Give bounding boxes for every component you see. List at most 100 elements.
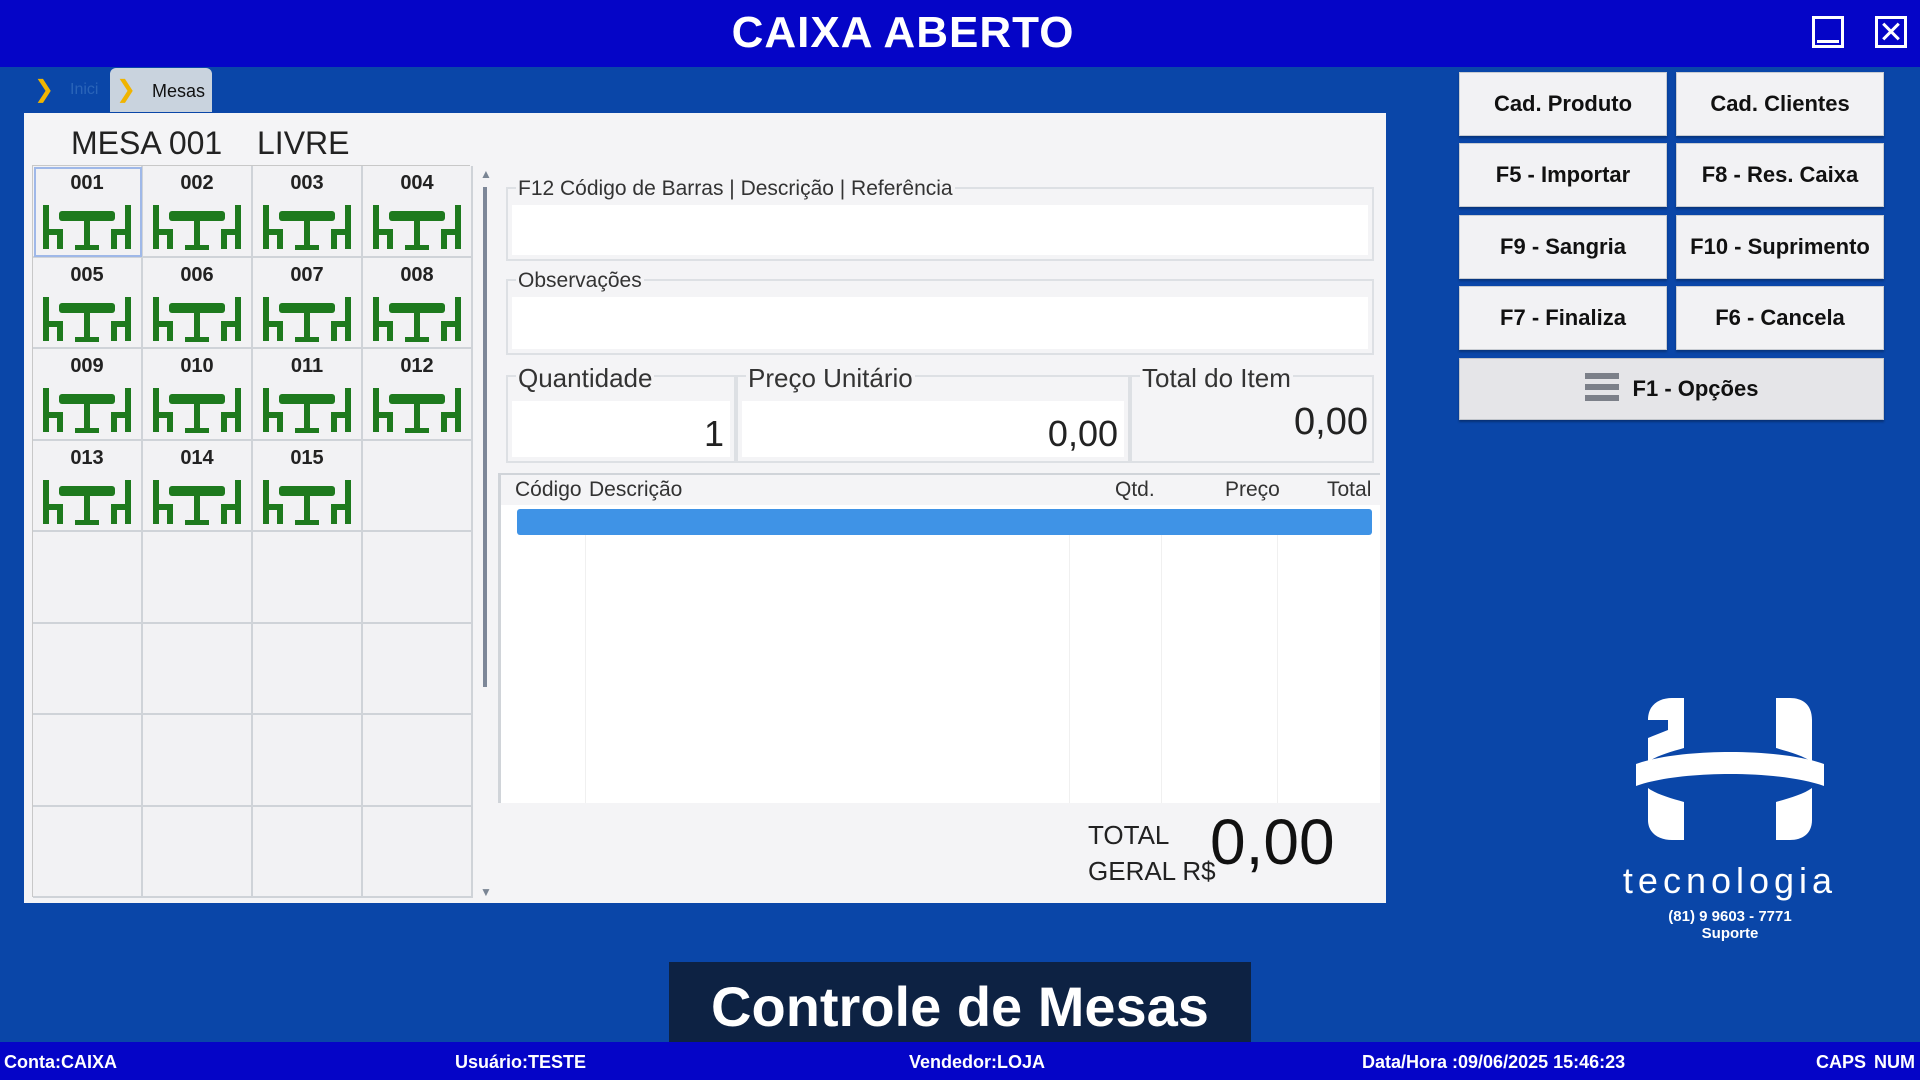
support-label: Suporte (1701, 925, 1759, 942)
table-cell-015[interactable]: 015 (253, 440, 363, 532)
list-icon (1584, 373, 1619, 402)
table-cell-009[interactable]: 009 (33, 349, 143, 441)
observations-input[interactable] (512, 297, 1368, 349)
minimize-icon[interactable] (1812, 16, 1844, 48)
empty-table-cell[interactable] (253, 532, 363, 624)
table-cell-005[interactable]: 005 (33, 257, 143, 349)
empty-table-cell[interactable] (253, 806, 363, 898)
status-bar: Conta:CAIXA Usuário:TESTE Vendedor:LOJA … (0, 1042, 1920, 1080)
empty-table-cell[interactable] (33, 806, 143, 898)
table-cell-001[interactable]: 001 (33, 166, 143, 258)
table-cell-008[interactable]: 008 (363, 257, 473, 349)
col-header-total[interactable]: Total (1327, 478, 1371, 502)
empty-table-cell[interactable] (363, 806, 473, 898)
breadcrumb-tab-mesas[interactable]: ❯ Mesas (110, 68, 212, 112)
column-divider (1069, 535, 1070, 803)
table-cell-003[interactable]: 003 (253, 166, 363, 258)
unit-price-input[interactable] (742, 401, 1124, 457)
dining-table-icon (253, 199, 361, 253)
quantity-input[interactable] (512, 401, 730, 457)
code-field-group: F12 Código de Barras | Descrição | Refer… (506, 177, 1374, 261)
column-divider (1161, 535, 1162, 803)
table-cell-004[interactable]: 004 (363, 166, 473, 258)
table-number: 005 (70, 263, 104, 286)
importar-button[interactable]: F5 - Importar (1459, 143, 1667, 207)
table-cell-010[interactable]: 010 (143, 349, 253, 441)
tables-grid: 001 002 003 004 005 006 007 008 009 010 011 012 013 0… (32, 165, 473, 898)
dining-table-icon (33, 199, 141, 253)
table-row[interactable] (517, 509, 1372, 535)
window-title: CAIXA ABERTO (731, 8, 1075, 57)
col-header-qty[interactable]: Qtd. (1115, 478, 1155, 502)
empty-table-cell[interactable] (33, 623, 143, 715)
price-field-group: Preço Unitário (736, 363, 1130, 463)
cancela-button[interactable]: F6 - Cancela (1676, 286, 1884, 350)
scroll-thumb[interactable] (483, 187, 487, 687)
res-caixa-button[interactable]: F8 - Res. Caixa (1676, 143, 1884, 207)
chevron-right-icon: ❯ (34, 76, 55, 103)
table-number: 015 (290, 446, 324, 469)
main-panel: MESA 001 LIVRE 001 002 003 004 005 006 007 008 0… (24, 113, 1386, 903)
empty-table-cell[interactable] (363, 440, 473, 532)
title-bar: CAIXA ABERTO (0, 0, 1920, 67)
empty-table-cell[interactable] (143, 715, 253, 807)
table-number: 007 (290, 263, 324, 286)
scroll-up-icon[interactable]: ▲ (480, 167, 492, 181)
col-header-desc[interactable]: Descrição (589, 478, 682, 502)
total-label-line2: GERAL R$ (1088, 856, 1216, 886)
table-number: 001 (70, 172, 104, 194)
items-table: Código Descrição Qtd. Preço Total (498, 473, 1380, 803)
table-cell-011[interactable]: 011 (253, 349, 363, 441)
table-number: 003 (290, 172, 324, 194)
scroll-down-icon[interactable]: ▼ (480, 885, 492, 899)
table-number: 014 (180, 446, 214, 469)
table-cell-013[interactable]: 013 (33, 440, 143, 532)
empty-table-cell[interactable] (253, 623, 363, 715)
empty-table-cell[interactable] (33, 715, 143, 807)
table-cell-012[interactable]: 012 (363, 349, 473, 441)
table-number: 009 (70, 355, 104, 377)
table-cell-006[interactable]: 006 (143, 257, 253, 349)
cad-produto-button[interactable]: Cad. Produto (1459, 72, 1667, 136)
sangria-button[interactable]: F9 - Sangria (1459, 215, 1667, 279)
table-cell-014[interactable]: 014 (143, 440, 253, 532)
finaliza-button[interactable]: F7 - Finaliza (1459, 286, 1667, 350)
col-header-code[interactable]: Código (515, 478, 582, 502)
empty-table-cell[interactable] (33, 532, 143, 624)
breadcrumb-home[interactable]: ❯ Inici (30, 76, 110, 103)
opcoes-button[interactable]: F1 - Opções (1459, 358, 1884, 420)
empty-table-cell[interactable] (363, 532, 473, 624)
column-divider (585, 535, 586, 803)
table-number: 011 (290, 355, 324, 377)
empty-table-cell[interactable] (253, 715, 363, 807)
table-number: 012 (400, 355, 434, 377)
empty-table-cell[interactable] (143, 623, 253, 715)
close-icon[interactable] (1875, 16, 1907, 48)
table-cell-002[interactable]: 002 (143, 166, 253, 258)
breadcrumb-home-label: Inici (70, 81, 99, 98)
dining-table-icon (33, 291, 141, 345)
dining-table-icon (33, 474, 141, 528)
qty-field-label: Quantidade (516, 363, 655, 394)
total-label-line1: TOTAL (1088, 820, 1170, 850)
dining-table-icon (143, 474, 251, 528)
suprimento-button[interactable]: F10 - Suprimento (1676, 215, 1884, 279)
cad-clientes-button[interactable]: Cad. Clientes (1676, 72, 1884, 136)
chevron-right-icon: ❯ (116, 76, 137, 103)
tables-scrollbar[interactable]: ▲ ▼ (480, 167, 492, 899)
dining-table-icon (363, 382, 471, 436)
empty-table-cell[interactable] (363, 623, 473, 715)
code-search-input[interactable] (512, 205, 1368, 255)
empty-table-cell[interactable] (363, 715, 473, 807)
mesa-status: LIVRE (257, 125, 350, 161)
col-header-price[interactable]: Preço (1225, 478, 1280, 502)
status-vendedor: Vendedor:LOJA (909, 1052, 1046, 1072)
column-divider (1277, 535, 1278, 803)
table-cell-007[interactable]: 007 (253, 257, 363, 349)
status-num: NUM (1874, 1052, 1915, 1072)
mesa-title: MESA 001 (71, 125, 223, 161)
empty-table-cell[interactable] (143, 532, 253, 624)
empty-table-cell[interactable] (143, 806, 253, 898)
table-number: 006 (180, 263, 214, 286)
obs-field-label: Observações (516, 269, 644, 293)
